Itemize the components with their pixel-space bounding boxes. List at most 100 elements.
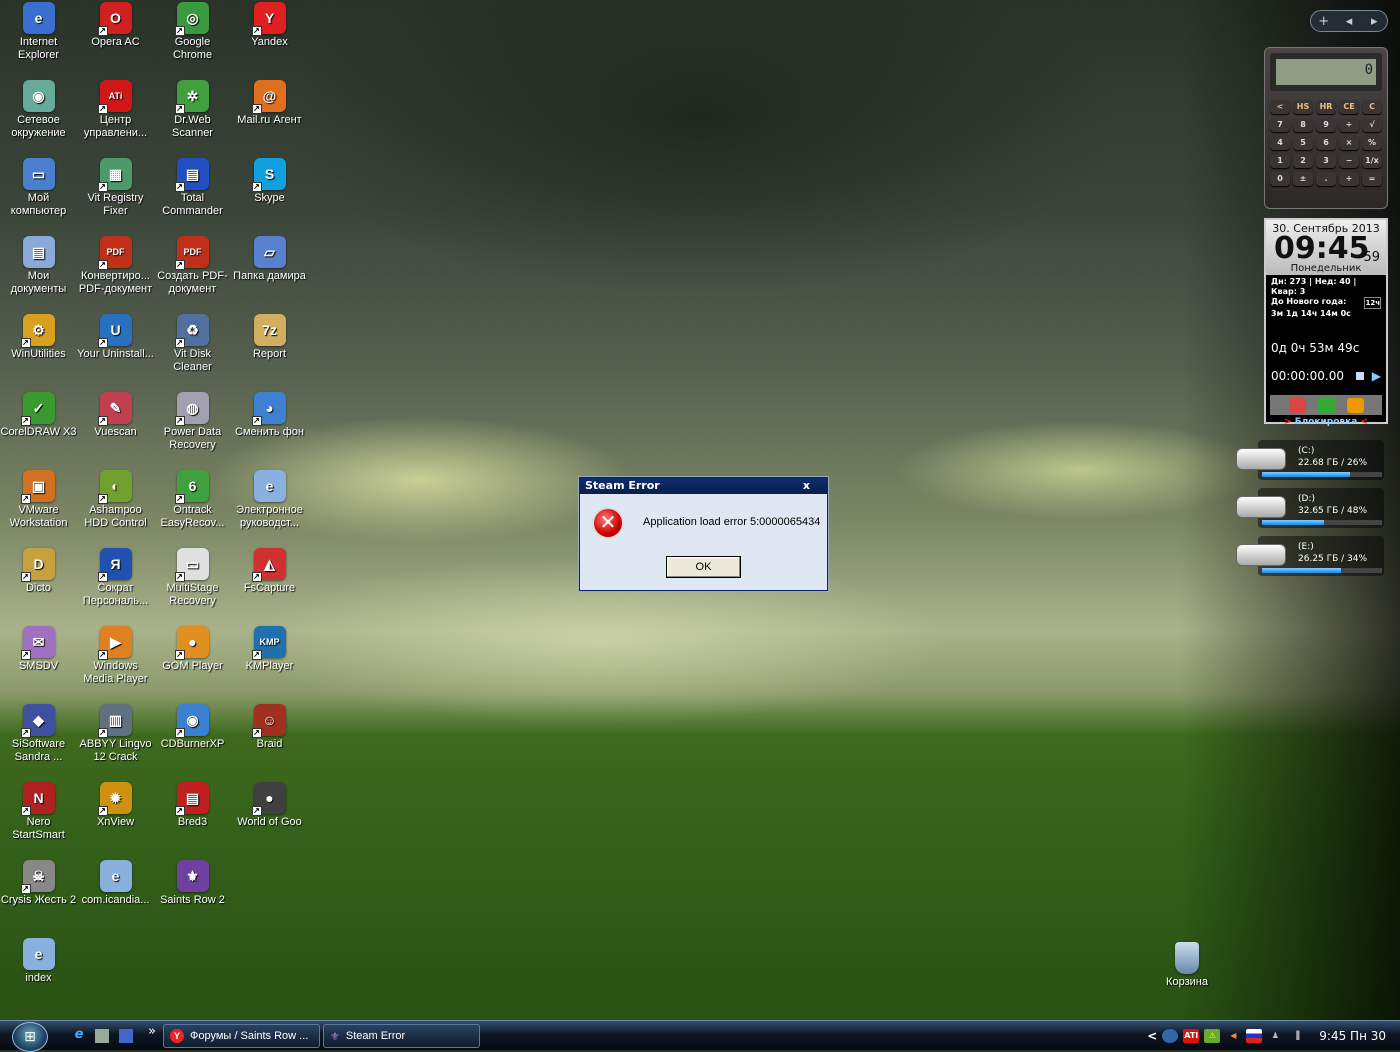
taskbar-button-steam-error[interactable]: ⚜ Steam Error (323, 1024, 480, 1048)
desktop-icon[interactable]: ◎ ↗ Google Chrome (154, 0, 231, 62)
desktop-icon[interactable]: ☠ ↗ Crysis Жесть 2 (0, 858, 77, 907)
desktop-icon[interactable]: e Internet Explorer (0, 0, 77, 62)
ie-quicklaunch-icon[interactable]: e (70, 1027, 88, 1045)
ok-button[interactable]: OK (666, 556, 741, 578)
desktop-icon[interactable]: Y ↗ Yandex (231, 0, 308, 49)
calculator-key[interactable]: 3 (1316, 154, 1336, 168)
desktop-icon[interactable]: U ↗ Your Uninstall... (77, 312, 154, 361)
desktop-icon[interactable]: ◉ Сетевое окружение (0, 78, 77, 140)
desktop-icon[interactable]: e index (0, 936, 77, 985)
network-globe-icon[interactable] (1162, 1029, 1179, 1043)
desktop-icon[interactable]: ▦ ↗ Vit Registry Fixer (77, 156, 154, 218)
desktop-icon[interactable]: ✓ ↗ CorelDRAW X3 (0, 390, 77, 439)
desktop-icon[interactable]: KMP ↗ KMPlayer (231, 624, 308, 673)
desktop-icon[interactable]: ▥ ↗ ABBYY Lingvo 12 Crack (77, 702, 154, 764)
warning-tray-icon[interactable]: ⚠ (1204, 1029, 1221, 1043)
desktop-icon[interactable]: ▭ Мой компьютер (0, 156, 77, 218)
desktop-icon[interactable]: ● ↗ GOM Player (154, 624, 231, 673)
calculator-key[interactable]: 1 (1270, 154, 1290, 168)
drive-meter[interactable]: (D:) 32.65 ГБ / 48% (1236, 488, 1386, 530)
desktop-icon[interactable]: e com.icandia... (77, 858, 154, 907)
restart-icon[interactable] (1317, 397, 1335, 413)
desktop-icon[interactable]: ▶ ↗ Windows Media Player (77, 624, 154, 686)
desktop-icon[interactable]: ◆ ↗ SiSoftware Sandra ... (0, 702, 77, 764)
stop-icon[interactable] (1355, 372, 1364, 380)
desktop-icon[interactable]: ◍ ↗ Power Data Recovery (154, 390, 231, 452)
desktop-icon[interactable]: ▤ ↗ Bred3 (154, 780, 231, 829)
calculator-key[interactable]: C (1362, 100, 1382, 114)
desktop-icon[interactable]: e Электронное руководст... (231, 468, 308, 530)
desktop-icon[interactable]: ✹ ↗ XnView (77, 780, 154, 829)
calculator-key[interactable]: HS (1293, 100, 1313, 114)
drive-meter[interactable]: (E:) 26.25 ГБ / 34% (1236, 536, 1386, 578)
desktop-icon[interactable]: ▭ ↗ MultiStage Recovery (154, 546, 231, 608)
desktop-icon[interactable]: ◭ ↗ FsCapture (231, 546, 308, 595)
quicklaunch-more-button[interactable]: » (143, 1024, 161, 1042)
calculator-key[interactable]: 4 (1270, 136, 1290, 150)
lock-button[interactable]: > Блокировка < (1266, 417, 1386, 427)
taskbar-button-forums[interactable]: Y Форумы / Saints Row ... (163, 1024, 320, 1048)
agent-tray-icon[interactable]: ♟ (1267, 1029, 1283, 1043)
desktop-icon[interactable]: ♻ ↗ Vit Disk Cleaner (154, 312, 231, 374)
calculator-key[interactable]: + (1339, 172, 1359, 186)
desktop-icon[interactable]: 6 ↗ Ontrack EasyRecov... (154, 468, 231, 530)
desktop-icon[interactable]: @ ↗ Mail.ru Агент (231, 78, 308, 127)
desktop-icon[interactable]: ◕ ↗ Сменить фон (231, 390, 308, 439)
desktop-icon[interactable]: ▣ ↗ VMware Workstation (0, 468, 77, 530)
calculator-key[interactable]: = (1362, 172, 1382, 186)
calculator-key[interactable]: < (1270, 100, 1290, 114)
desktop-icon[interactable]: PDF ↗ Конвертиро... PDF-документ (77, 234, 154, 296)
language-flag-icon[interactable] (1246, 1029, 1263, 1043)
calculator-key[interactable]: ÷ (1339, 118, 1359, 132)
calculator-key[interactable]: 7 (1270, 118, 1290, 132)
desktop-icon[interactable]: D ↗ Dicto (0, 546, 77, 595)
calculator-key[interactable]: × (1339, 136, 1359, 150)
volume-icon[interactable]: ▐ (1288, 1029, 1304, 1043)
calculator-key[interactable]: ± (1293, 172, 1313, 186)
calculator-key[interactable]: 2 (1293, 154, 1313, 168)
desktop-icon[interactable]: ✲ ↗ Dr.Web Scanner (154, 78, 231, 140)
calculator-key[interactable]: % (1362, 136, 1382, 150)
desktop-icon[interactable]: O ↗ Opera AC (77, 0, 154, 49)
shutdown-icon[interactable] (1288, 397, 1306, 413)
tray-expand-button[interactable]: < (1147, 1029, 1157, 1043)
taskbar-clock[interactable]: 9:45 Пн 30 (1319, 1029, 1386, 1043)
calculator-key[interactable]: CE (1339, 100, 1359, 114)
next-gadget-button[interactable]: ▸ (1362, 14, 1387, 29)
calculator-key[interactable]: 0 (1270, 172, 1290, 186)
desktop-icon[interactable]: ⚜ Saints Row 2 (154, 858, 231, 907)
play-icon[interactable]: ▶ (1372, 369, 1381, 383)
calculator-key[interactable]: − (1339, 154, 1359, 168)
calculator-key[interactable]: 6 (1316, 136, 1336, 150)
desktop-icon[interactable]: Я ↗ Сократ Персональ... (77, 546, 154, 608)
calculator-key[interactable]: √ (1362, 118, 1382, 132)
desktop-icon[interactable]: ▱ Папка дамира (231, 234, 308, 283)
start-button[interactable]: ⊞ (12, 1022, 48, 1052)
calculator-key[interactable]: 1/x (1362, 154, 1382, 168)
drive-meter[interactable]: (C:) 22.68 ГБ / 26% (1236, 440, 1386, 482)
desktop-icon[interactable]: N ↗ Nero StartSmart (0, 780, 77, 842)
calculator-key[interactable]: 5 (1293, 136, 1313, 150)
desktop-icon[interactable]: ● ↗ World of Goo (231, 780, 308, 829)
prev-gadget-button[interactable]: ◂ (1336, 14, 1361, 29)
desktop-icon[interactable]: ☺ ↗ Braid (231, 702, 308, 751)
desktop-icon[interactable]: PDF ↗ Создать PDF-документ (154, 234, 231, 296)
desktop-icon[interactable]: ◐ ↗ Ashampoo HDD Control (77, 468, 154, 530)
lock-key-icon[interactable] (1346, 397, 1364, 413)
desktop-icon[interactable]: ATi ↗ Центр управлени... (77, 78, 154, 140)
save-icon[interactable] (119, 1029, 133, 1043)
calculator-key[interactable]: . (1316, 172, 1336, 186)
calculator-key[interactable]: HR (1316, 100, 1336, 114)
desktop-icon[interactable]: ✎ ↗ Vuescan (77, 390, 154, 439)
time-format-toggle[interactable]: 12ч (1364, 297, 1381, 309)
show-desktop-icon[interactable] (95, 1029, 109, 1043)
add-gadget-button[interactable]: + (1311, 14, 1336, 29)
dialog-close-button[interactable]: x (803, 479, 822, 493)
ati-tray-icon[interactable]: ATI (1183, 1029, 1200, 1043)
speaker-tray-icon[interactable]: ◀ (1225, 1029, 1241, 1043)
desktop-icon[interactable]: ▤ Мои документы (0, 234, 77, 296)
desktop-icon[interactable]: ⚙ ↗ WinUtilities (0, 312, 77, 361)
desktop-icon[interactable]: S ↗ Skype (231, 156, 308, 205)
desktop-icon[interactable]: ◉ ↗ CDBurnerXP (154, 702, 231, 751)
desktop-icon[interactable]: ✉ ↗ SMSDV (0, 624, 77, 673)
